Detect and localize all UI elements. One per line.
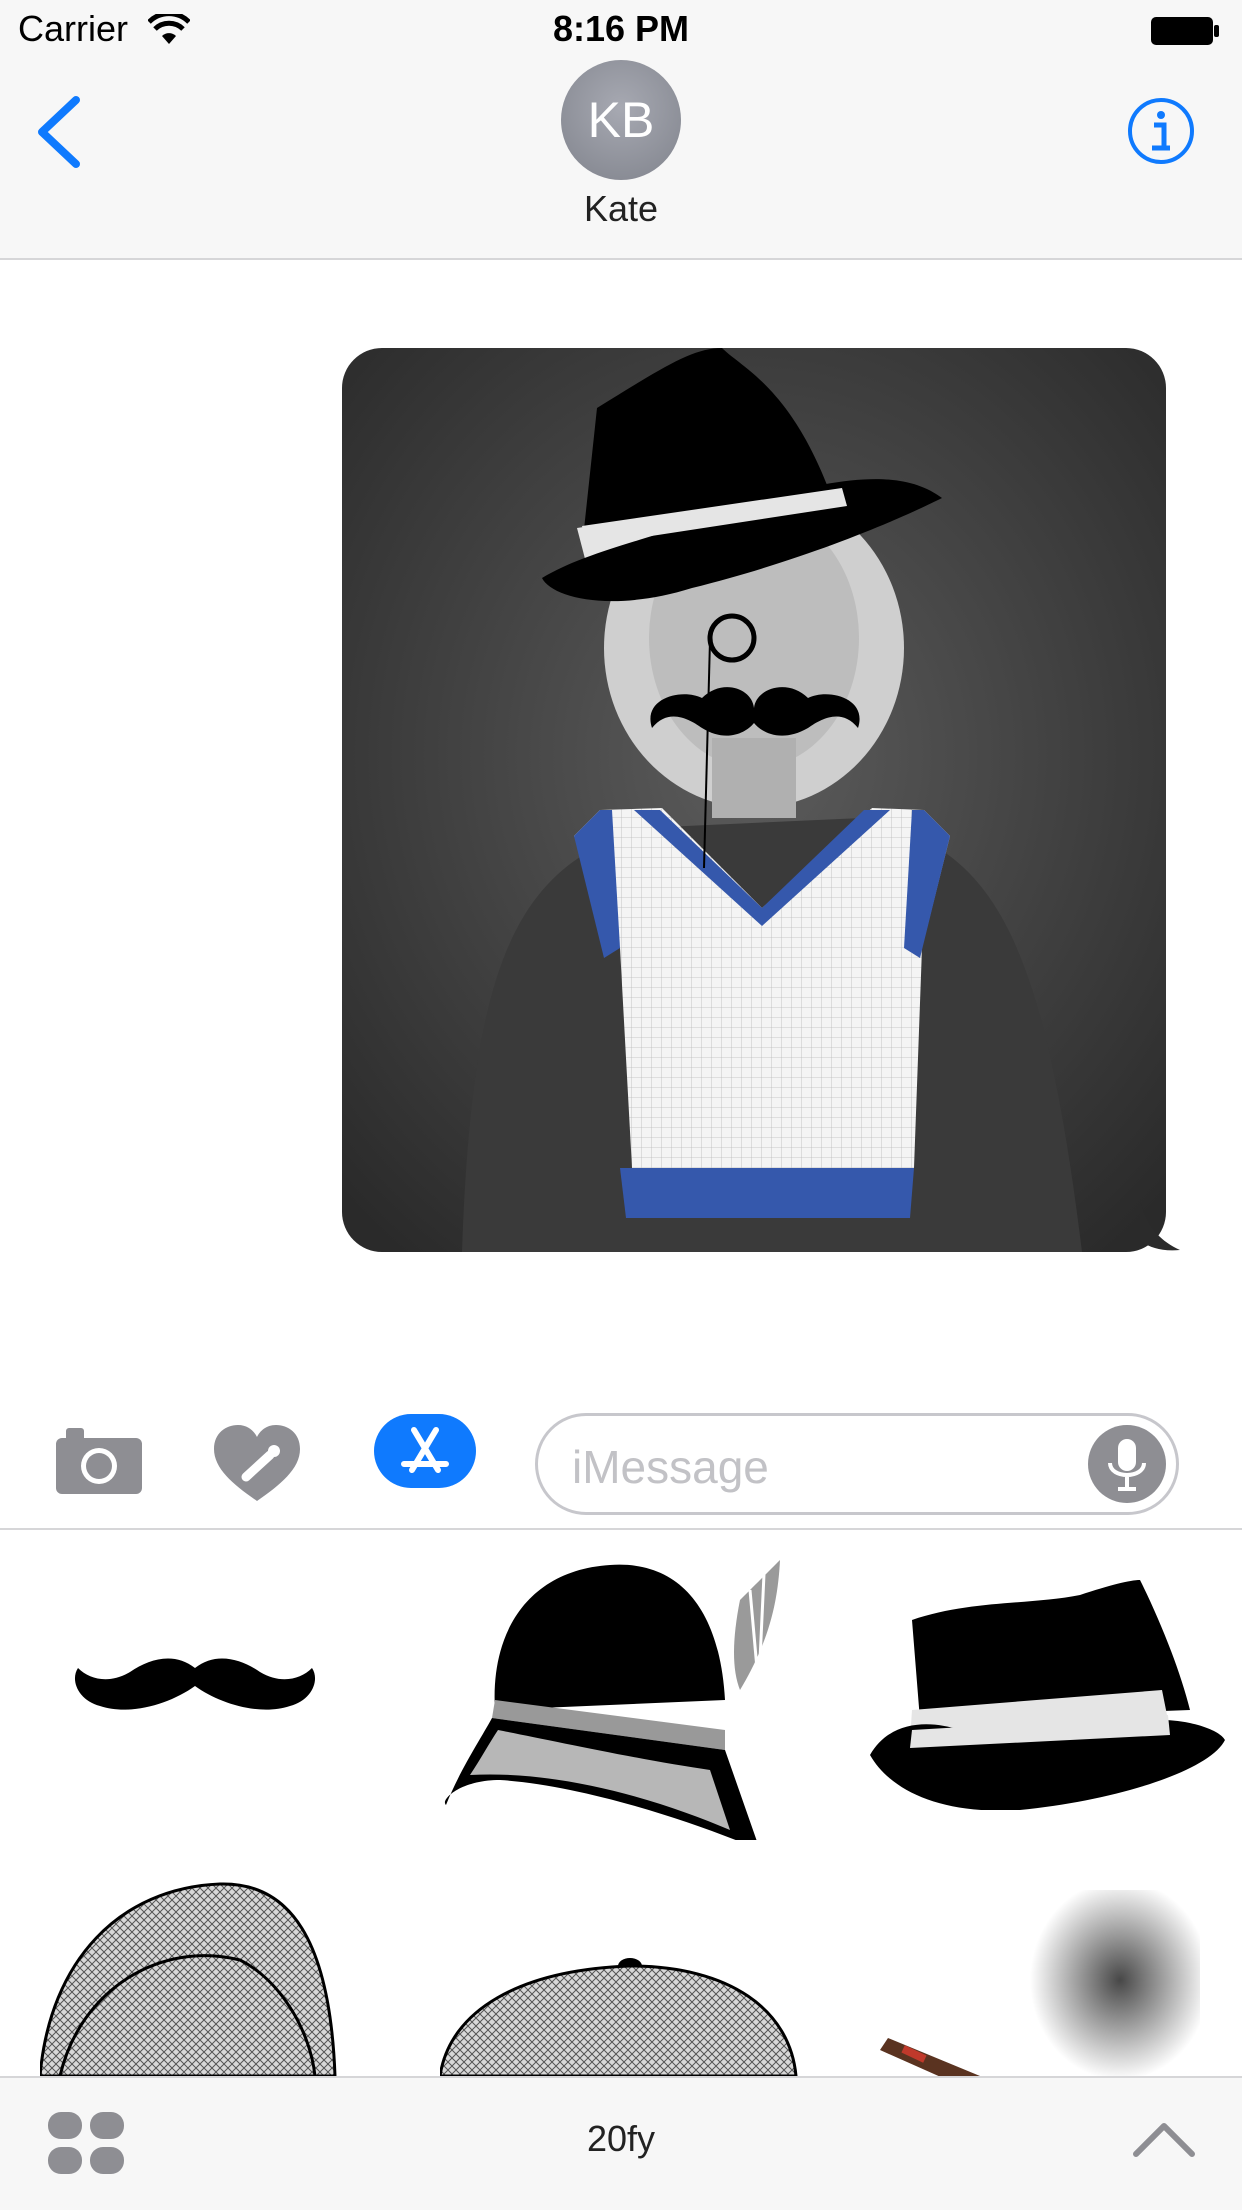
sent-photo-message[interactable] bbox=[342, 348, 1166, 1252]
camera-button[interactable] bbox=[56, 1428, 142, 1494]
sticker-mustache[interactable] bbox=[70, 1650, 320, 1730]
sticker-cigar-smoke[interactable] bbox=[880, 1890, 1200, 2076]
message-placeholder: iMessage bbox=[572, 1441, 769, 1493]
digital-touch-button[interactable] bbox=[214, 1425, 300, 1501]
expand-button[interactable] bbox=[1132, 2120, 1196, 2160]
sticker-bowler-hat[interactable] bbox=[440, 1560, 800, 1840]
contact-name[interactable]: Kate bbox=[0, 188, 1242, 230]
battery-icon bbox=[1151, 17, 1219, 45]
info-button[interactable] bbox=[1126, 96, 1196, 166]
sticker-tweed-cap-front[interactable] bbox=[440, 1950, 800, 2076]
app-store-icon bbox=[401, 1427, 449, 1473]
microphone-icon bbox=[1108, 1439, 1146, 1491]
status-time: 8:16 PM bbox=[552, 8, 690, 49]
app-store-button[interactable] bbox=[374, 1414, 476, 1488]
contact-avatar[interactable]: KB bbox=[561, 60, 681, 180]
sticker-tweed-cap-side[interactable] bbox=[40, 1880, 340, 2076]
sticker-fedora[interactable] bbox=[870, 1580, 1230, 1810]
bubble-tail bbox=[1140, 1200, 1180, 1251]
current-app-name: 20fy bbox=[586, 2118, 656, 2159]
back-button[interactable] bbox=[30, 92, 90, 172]
microphone-button[interactable] bbox=[1088, 1425, 1166, 1503]
